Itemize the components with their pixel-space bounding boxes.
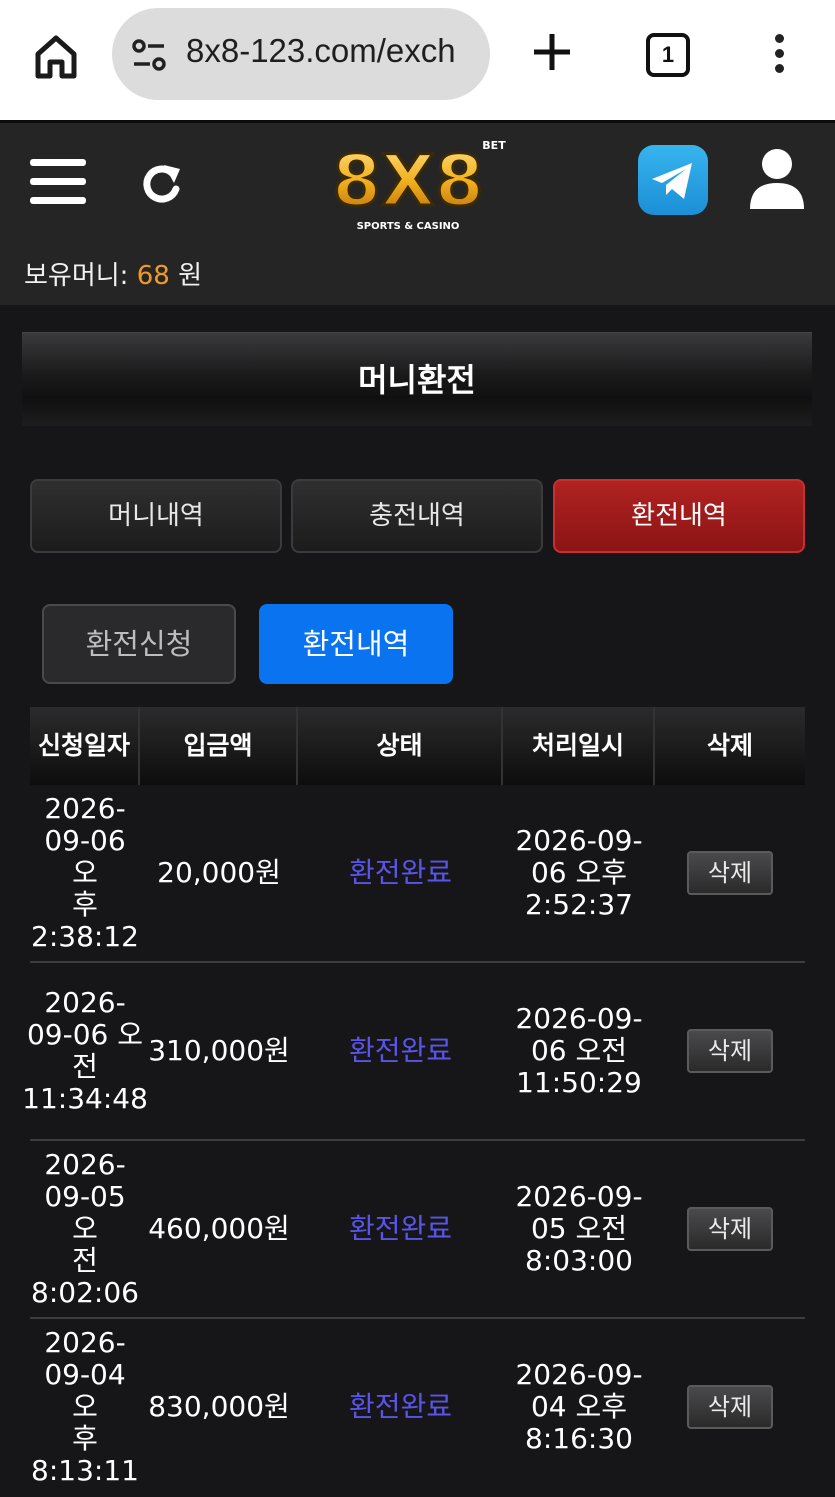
site-header: 8X8 BET SPORTS & CASINO 보유머니: 68 원 [0, 120, 835, 305]
amount: 310,000원 [148, 1034, 290, 1067]
processed-date: 2026-09- 05 오전 8:03:00 [515, 1180, 643, 1277]
delete-cell: 삭제 [655, 1141, 805, 1317]
new-tab-icon[interactable] [528, 28, 576, 76]
amount: 20,000원 [157, 856, 281, 889]
col-request-date: 신청일자 [30, 707, 140, 785]
request-date: 2026- 09-04 오 후 8:13:11 [31, 1326, 139, 1487]
status-text: 환전완료 [348, 1212, 453, 1245]
telegram-button[interactable] [638, 145, 708, 215]
home-icon[interactable] [30, 30, 82, 82]
col-status: 상태 [298, 707, 503, 785]
hamburger-menu-icon[interactable] [30, 159, 86, 205]
table-row: 2026- 09-06 오 전 11:34:48 310,000원 환전완료 2… [22, 963, 805, 1141]
tab-money-history[interactable]: 머니내역 [30, 479, 282, 553]
url-bar[interactable]: 8x8-123.com/exch [112, 8, 490, 100]
table-row: 2026- 09-04 오 후 8:13:11 830,000원 환전완료 20… [30, 1319, 805, 1497]
amount: 460,000원 [148, 1212, 290, 1245]
page-title-bar: 머니환전 [22, 332, 812, 426]
table-header: 신청일자 입금액 상태 처리일시 삭제 [30, 707, 805, 785]
logo-main-text: 8X8 [332, 140, 483, 222]
processed-date: 2026-09- 06 오전 11:50:29 [515, 1002, 643, 1099]
site-settings-icon[interactable] [130, 38, 168, 72]
url-text: 8x8-123.com/exch [186, 32, 456, 69]
browser-toolbar: 8x8-123.com/exch 1 [0, 0, 835, 120]
site-logo[interactable]: 8X8 BET SPORTS & CASINO [326, 133, 508, 233]
page-title: 머니환전 [358, 361, 476, 399]
col-delete: 삭제 [706, 731, 753, 760]
request-date: 2026- 09-06 오 후 2:38:12 [31, 792, 139, 953]
table-row: 2026- 09-06 오 후 2:38:12 20,000원 환전완료 202… [30, 785, 805, 963]
more-menu-icon[interactable] [764, 30, 794, 80]
balance-unit: 원 [178, 261, 202, 291]
delete-cell: 삭제 [655, 1319, 805, 1495]
telegram-icon [652, 163, 692, 199]
status-text: 환전완료 [348, 1034, 453, 1067]
main-tabs: 머니내역 충전내역 환전내역 [30, 479, 805, 553]
delete-button[interactable]: 삭제 [687, 1207, 773, 1251]
tab-deposit-history[interactable]: 충전내역 [291, 479, 543, 553]
status-text: 환전완료 [348, 1390, 453, 1423]
tab-switcher-button[interactable]: 1 [646, 33, 690, 77]
delete-cell: 삭제 [655, 963, 805, 1139]
logo-sub-text: SPORTS & CASINO [357, 221, 460, 232]
balance-label: 보유머니: [24, 261, 129, 291]
col-amount: 입금액 [140, 707, 298, 785]
processed-date: 2026-09- 06 오후 2:52:37 [515, 824, 643, 921]
refresh-icon[interactable] [136, 159, 188, 211]
tab-withdraw-history[interactable]: 환전내역 [553, 479, 805, 553]
request-date: 2026- 09-05 오 전 8:02:06 [31, 1148, 139, 1309]
withdraw-history-button[interactable]: 환전내역 [259, 604, 453, 684]
balance-amount: 68 [136, 261, 170, 291]
logo-bet-text: BET [482, 139, 506, 152]
delete-cell: 삭제 [655, 785, 805, 961]
status-text: 환전완료 [348, 856, 453, 889]
balance-display: 보유머니: 68 원 [24, 255, 202, 292]
delete-button[interactable]: 삭제 [687, 1029, 773, 1073]
col-processed-date: 처리일시 [503, 707, 655, 785]
processed-date: 2026-09- 04 오후 8:16:30 [515, 1358, 643, 1455]
user-icon[interactable] [748, 147, 806, 209]
table-row: 2026- 09-05 오 전 8:02:06 460,000원 환전완료 20… [30, 1141, 805, 1319]
request-date: 2026- 09-06 오 전 11:34:48 [22, 986, 148, 1115]
amount: 830,000원 [148, 1390, 290, 1423]
withdraw-request-button[interactable]: 환전신청 [42, 604, 236, 684]
delete-button[interactable]: 삭제 [687, 1385, 773, 1429]
delete-button[interactable]: 삭제 [687, 851, 773, 895]
